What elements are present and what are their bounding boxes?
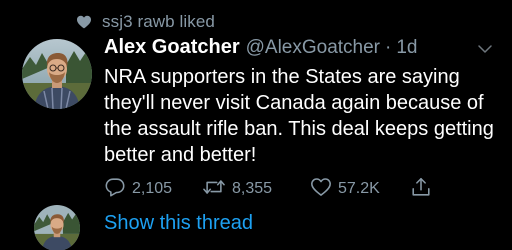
thread-avatar[interactable] [34, 205, 80, 250]
like-button[interactable]: 57.2K [310, 176, 380, 202]
social-context: ssj3 rawb liked [76, 11, 215, 33]
retweet-count: 8,355 [232, 180, 273, 197]
show-thread-link[interactable]: Show this thread [104, 212, 253, 235]
social-context-text[interactable]: ssj3 rawb liked [102, 12, 215, 32]
tweet-timestamp[interactable]: 1d [396, 37, 417, 59]
reply-count: 2,105 [132, 180, 173, 197]
author-handle[interactable]: @AlexGoatcher [246, 37, 380, 59]
header-separator: · [385, 37, 392, 58]
heart-icon [76, 14, 92, 30]
reply-button[interactable]: 2,105 [104, 176, 172, 202]
tweet-screen: ssj3 rawb liked Alex Goatcher @AlexGoatc… [0, 0, 512, 250]
reply-icon [104, 176, 126, 203]
retweet-icon [202, 176, 226, 203]
author-display-name[interactable]: Alex Goatcher [104, 36, 240, 59]
tweet-header: Alex Goatcher @AlexGoatcher · 1d [104, 36, 417, 62]
share-button[interactable] [410, 176, 432, 202]
like-count: 57.2K [338, 180, 380, 197]
tweet-text: NRA supporters in the States are saying … [104, 66, 494, 166]
avatar[interactable] [22, 39, 92, 109]
share-icon [410, 176, 432, 203]
tweet-actions: 2,105 8,355 57.2K [104, 176, 444, 202]
like-heart-icon [310, 176, 332, 203]
retweet-button[interactable]: 8,355 [202, 176, 272, 202]
chevron-down-icon[interactable] [476, 40, 494, 58]
